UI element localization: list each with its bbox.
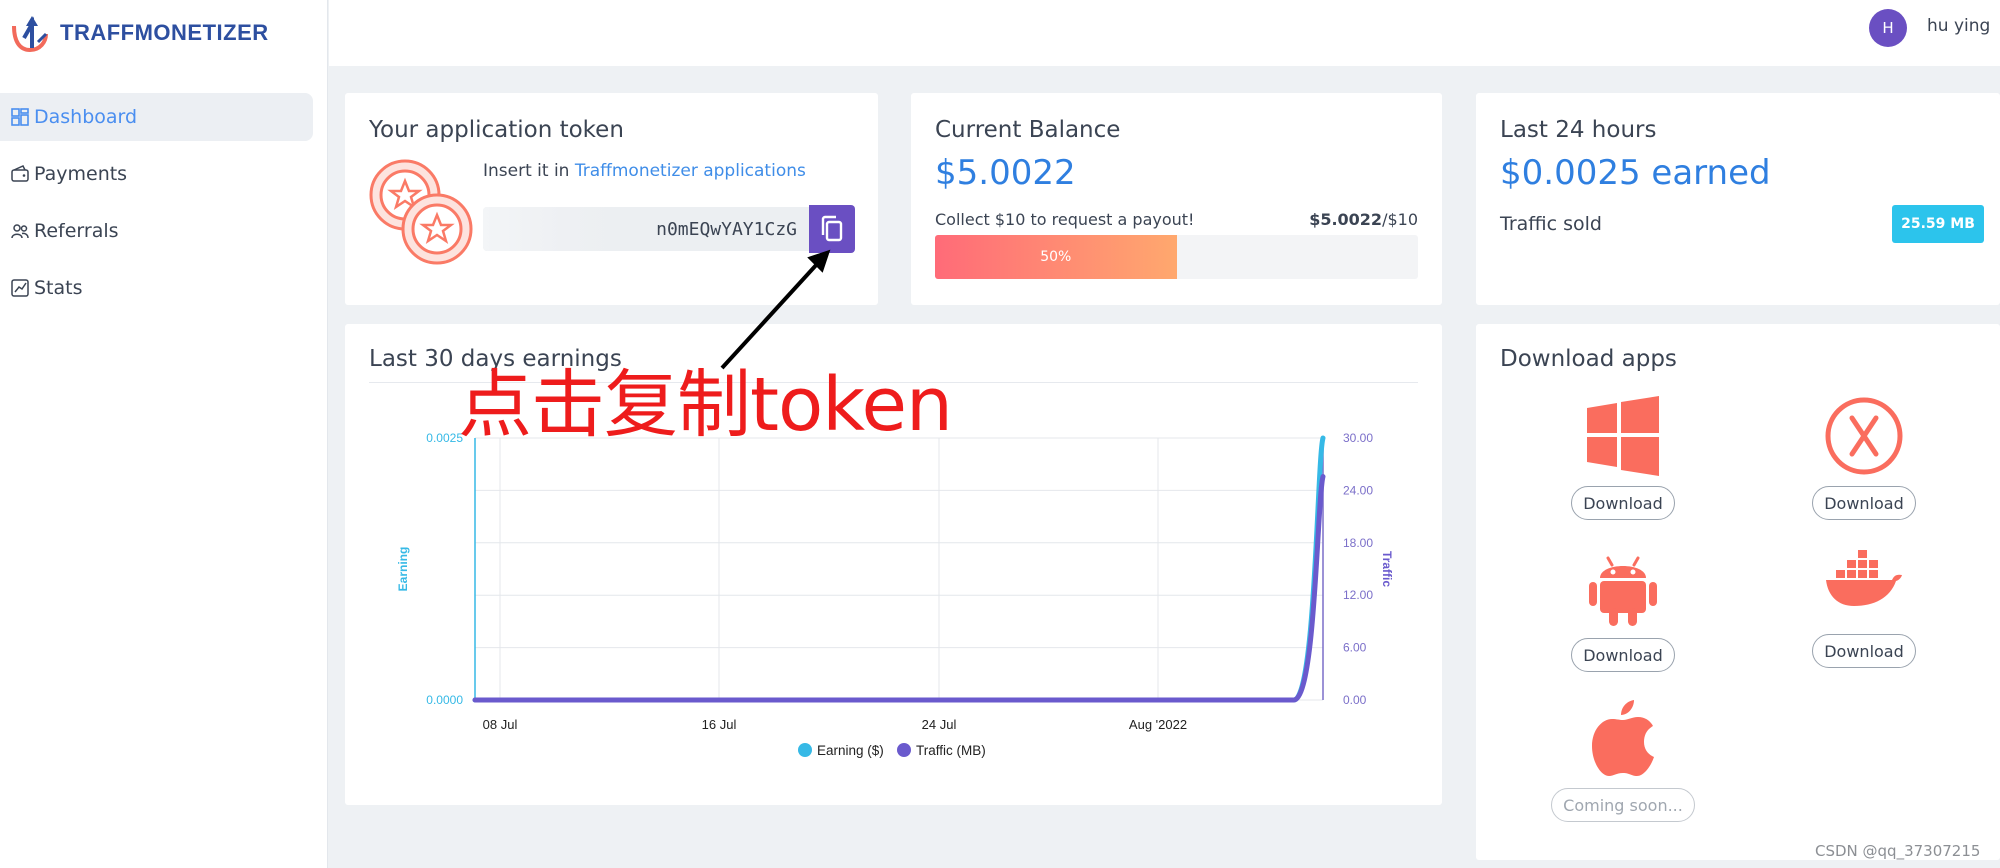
chart-x-tick-label: 24 Jul [922, 717, 957, 732]
sidebar-item-label: Payments [34, 163, 128, 185]
token-value: n0mEQwYAY1CzG [656, 218, 797, 240]
sidebar-item-label: Referrals [34, 220, 119, 242]
chart-right-tick-label: 12.00 [1343, 588, 1373, 602]
chart-x-tick-label: 08 Jul [483, 717, 518, 732]
chart-left-axis-label: Earning [396, 547, 410, 592]
token-card: Your application token Insert it in Traf… [345, 93, 878, 305]
download-docker-button[interactable]: Download [1812, 634, 1916, 668]
sidebar-item-label: Dashboard [34, 106, 138, 128]
avatar[interactable]: H [1869, 9, 1907, 47]
sidebar-item-payments[interactable]: Payments [0, 150, 313, 198]
insert-prefix: Insert it in [483, 161, 575, 181]
collect-text: Collect $10 to request a payout! [935, 210, 1195, 229]
balance-ratio: $5.0022/$10 [1309, 210, 1418, 229]
chart-series-line-traffic [472, 474, 1326, 703]
traffic-sold-label: Traffic sold [1500, 213, 1602, 235]
sidebar: TRAFFMONETIZER Dashboard Payments Referr… [0, 0, 328, 868]
token-redaction [483, 207, 618, 251]
watermark: CSDN @qq_37307215 [1815, 842, 1981, 860]
dashboard-icon [10, 107, 30, 127]
last24-card: Last 24 hours $0.0025 earned Traffic sol… [1476, 93, 2000, 305]
app-apple: Coming soon... [1551, 698, 1695, 822]
coins-icon [369, 159, 473, 265]
top-bar [329, 0, 2000, 66]
chart-left-tick-label: 0.0000 [426, 693, 463, 707]
app-other: Download [1809, 396, 1919, 520]
sidebar-nav: Dashboard Payments Referrals Stats [0, 93, 313, 321]
last24-card-title: Last 24 hours [1500, 117, 1657, 143]
balance-current: $5.0022 [1309, 210, 1383, 229]
logo-mark-icon [12, 16, 48, 53]
coming-soon-apple-button: Coming soon... [1551, 788, 1695, 822]
payout-progress: 50% [935, 235, 1418, 279]
apple-icon [1592, 700, 1654, 776]
android-icon [1589, 556, 1657, 626]
windows-icon [1587, 396, 1659, 476]
brand-name: TRAFFMONETIZER [60, 20, 269, 45]
download-other-button[interactable]: Download [1812, 486, 1916, 520]
chart-series-line-earning [472, 435, 1326, 703]
chart-right-tick-label: 6.00 [1343, 641, 1367, 655]
copy-icon [821, 215, 843, 242]
app-docker: Download [1809, 548, 1919, 668]
copy-token-button[interactable] [809, 205, 855, 253]
users-icon [10, 221, 30, 241]
x-circle-icon [1825, 397, 1903, 475]
token-input[interactable]: n0mEQwYAY1CzG [483, 207, 809, 251]
user-name[interactable]: hu ying [1927, 16, 1990, 36]
payout-progress-fill: 50% [935, 235, 1177, 279]
chart-right-tick-label: 18.00 [1343, 536, 1373, 550]
chart-right-tick-label: 0.00 [1343, 693, 1367, 707]
sidebar-item-stats[interactable]: Stats [0, 264, 313, 312]
balance-amount: $5.0022 [935, 153, 1076, 193]
app-android: Download [1568, 548, 1678, 672]
chart-right-tick-label: 24.00 [1343, 483, 1373, 497]
sidebar-item-referrals[interactable]: Referrals [0, 207, 313, 255]
chart-right-axis-label: Traffic [1380, 551, 1394, 587]
chart-right-tick-label: 30.00 [1343, 431, 1373, 445]
sidebar-item-dashboard[interactable]: Dashboard [0, 93, 313, 141]
chart-legend-marker [897, 743, 911, 757]
download-windows-button[interactable]: Download [1571, 486, 1675, 520]
wallet-icon [10, 164, 30, 184]
traffic-sold-badge: 25.59 MB [1892, 205, 1984, 243]
token-card-title: Your application token [369, 117, 624, 143]
balance-card: Current Balance $5.0022 Collect $10 to r… [911, 93, 1442, 305]
token-instructions: Insert it in Traffmonetizer applications [483, 161, 806, 181]
download-apps-card: Download apps Download Download Download… [1476, 324, 2000, 860]
annotation-label: 点击复制token [458, 362, 953, 448]
chart-x-tick-label: Aug '2022 [1129, 717, 1187, 732]
balance-goal: /$10 [1382, 210, 1418, 229]
brand-logo[interactable]: TRAFFMONETIZER [10, 8, 269, 58]
download-android-button[interactable]: Download [1571, 638, 1675, 672]
chart-x-tick-label: 16 Jul [702, 717, 737, 732]
balance-card-title: Current Balance [935, 117, 1121, 143]
docker-icon [1826, 550, 1902, 606]
apps-card-title: Download apps [1500, 346, 1677, 372]
apps-link[interactable]: Traffmonetizer applications [575, 161, 806, 181]
chart-legend-label: Earning ($) [817, 743, 884, 758]
chart-legend-label: Traffic (MB) [916, 743, 986, 758]
chart-icon [10, 278, 30, 298]
chart-legend-marker [798, 743, 812, 757]
last24-earned: $0.0025 earned [1500, 153, 1771, 193]
app-windows: Download [1568, 396, 1678, 520]
sidebar-item-label: Stats [34, 277, 83, 299]
